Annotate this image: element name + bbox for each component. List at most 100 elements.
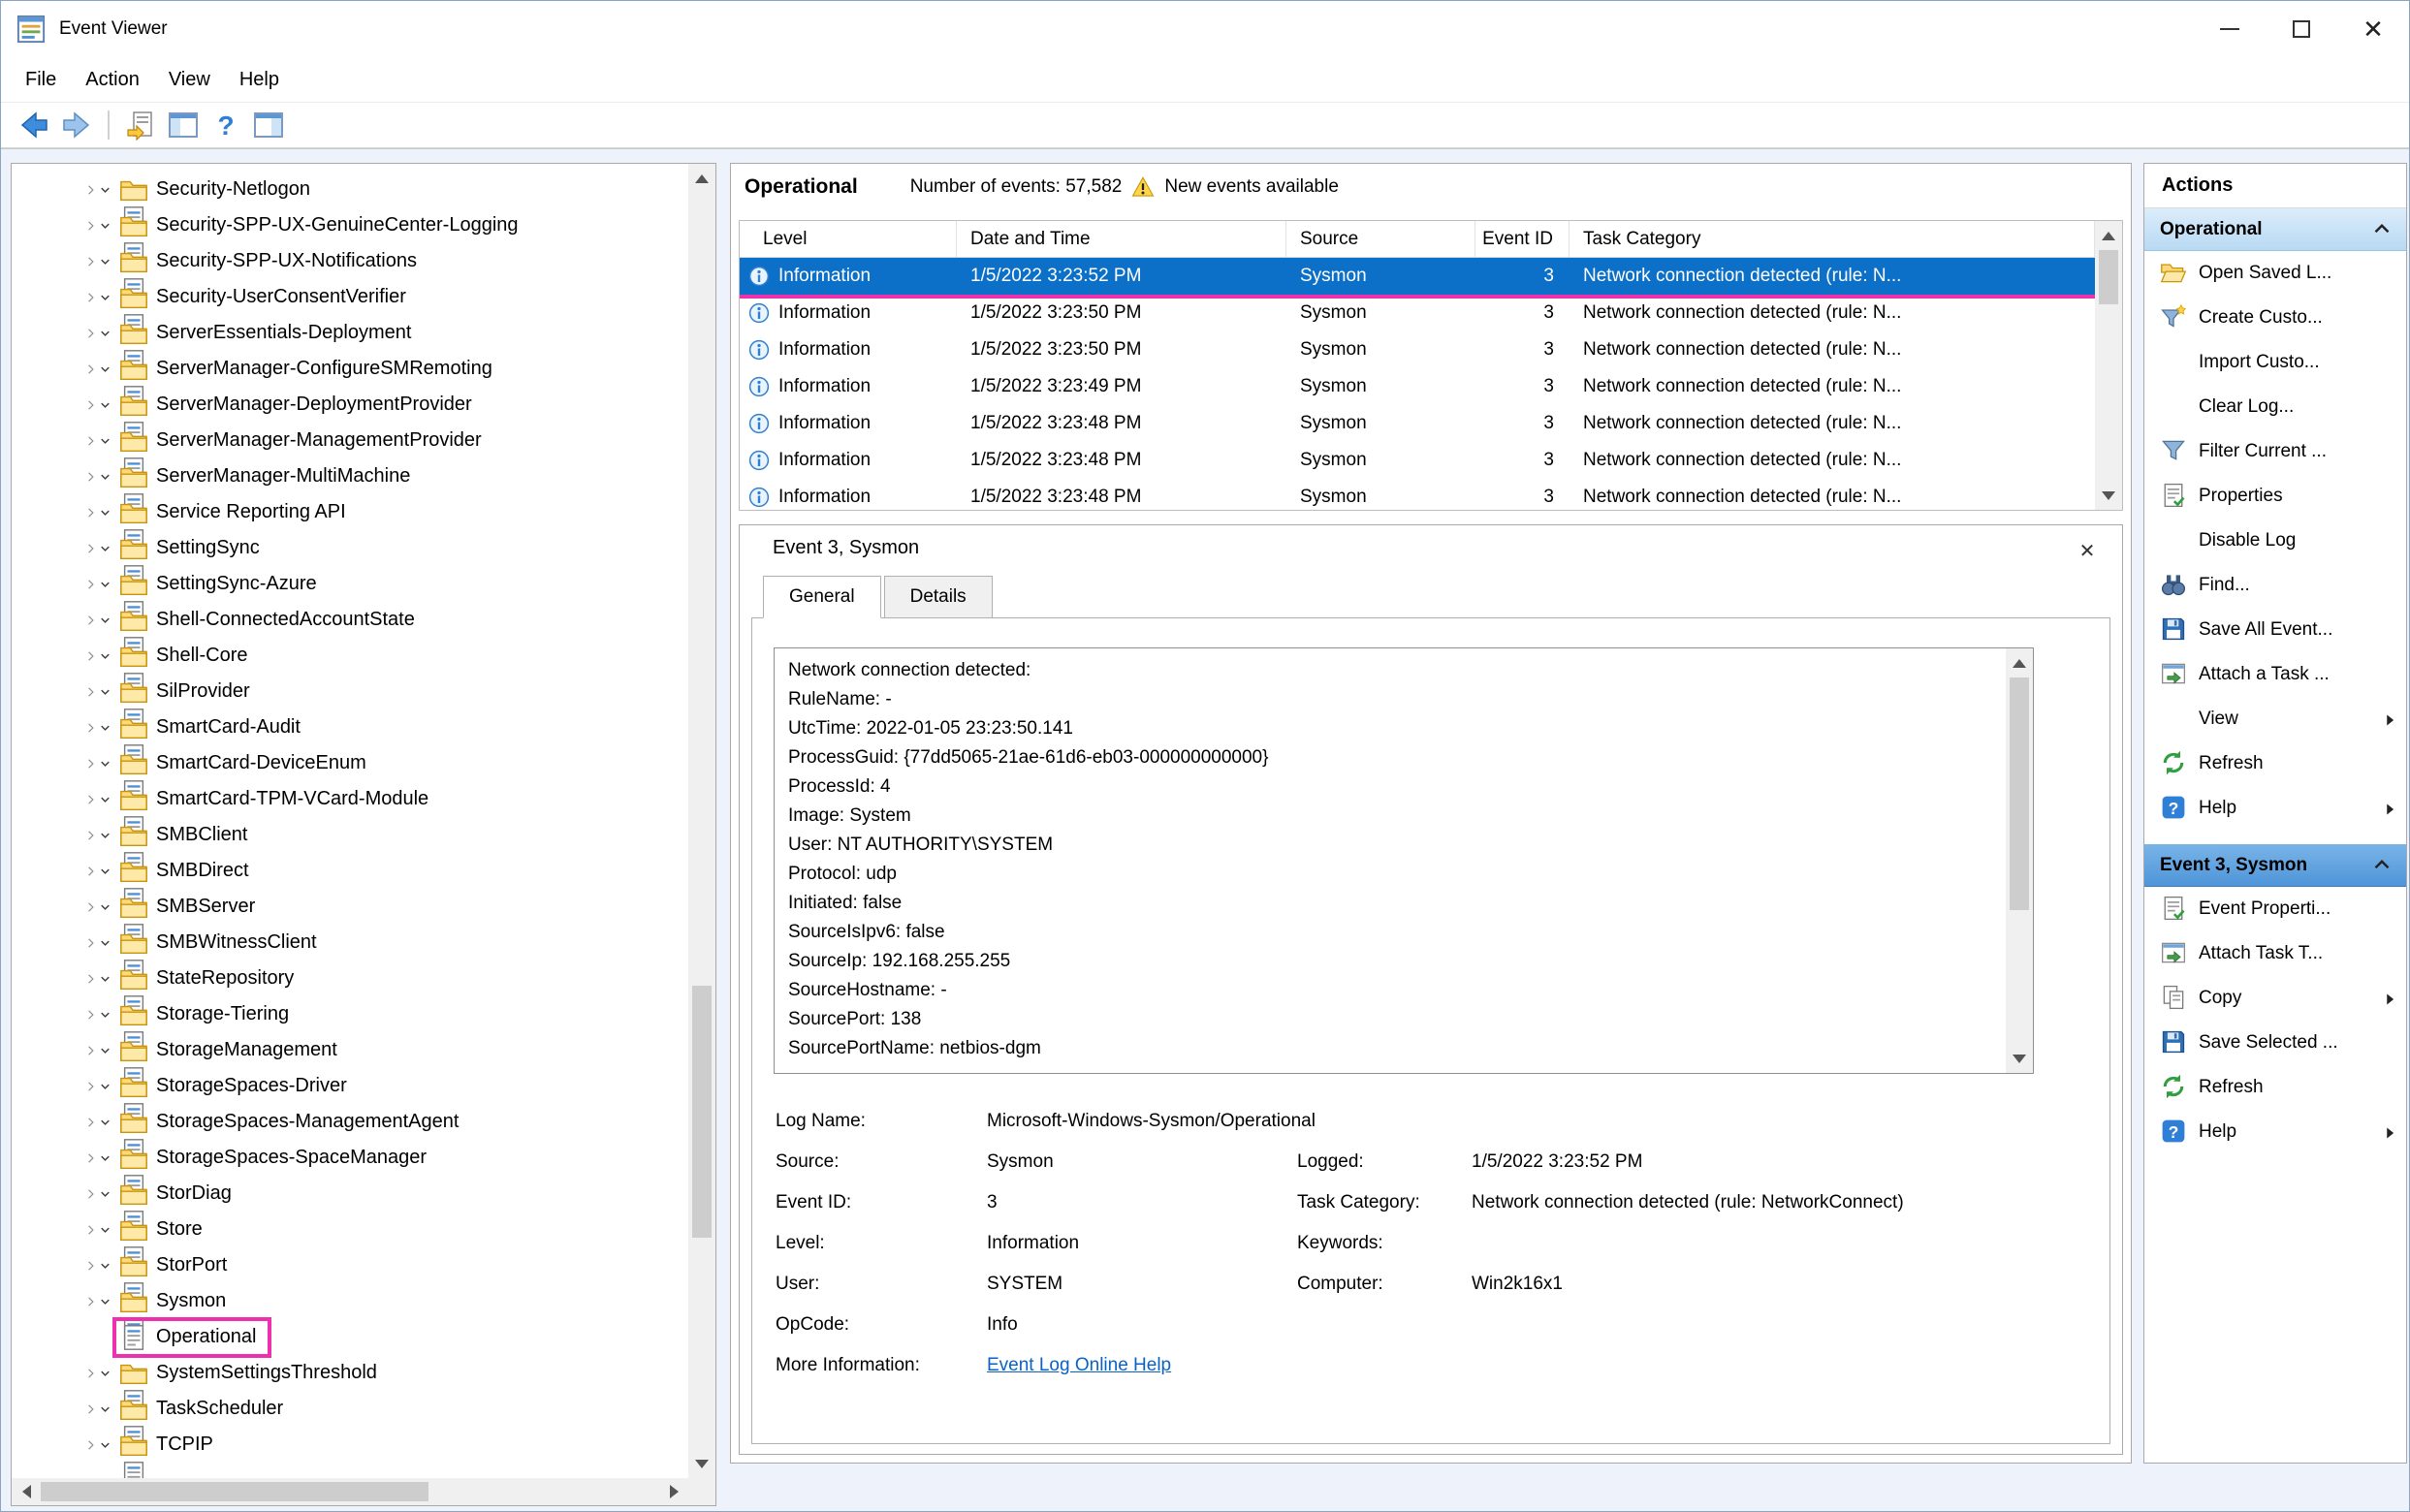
tree-expander[interactable] xyxy=(83,964,112,993)
action-item[interactable]: Open Saved L... xyxy=(2144,251,2406,296)
back-icon[interactable] xyxy=(13,106,55,144)
tree-expander[interactable] xyxy=(83,570,112,599)
tree-item[interactable]: ServerManager-DeploymentProvider xyxy=(12,387,688,423)
tree-item[interactable]: SmartCard-Audit xyxy=(12,709,688,745)
scroll-up-button[interactable] xyxy=(688,164,715,191)
menu-item[interactable]: Action xyxy=(71,69,154,91)
tree-expander[interactable] xyxy=(83,1215,112,1244)
tree-expander[interactable] xyxy=(83,606,112,635)
close-button[interactable]: ✕ xyxy=(2337,1,2409,57)
tree-item[interactable]: SMBServer xyxy=(12,889,688,925)
scroll-down-button[interactable] xyxy=(688,1451,715,1478)
event-row[interactable]: Information 1/5/2022 3:23:49 PM Sysmon 3… xyxy=(740,368,2095,405)
tree-expander[interactable] xyxy=(83,1287,112,1316)
tree-expander[interactable] xyxy=(83,1395,112,1424)
tree-item[interactable]: SMBClient xyxy=(12,817,688,853)
menu-item[interactable]: Help xyxy=(225,69,294,91)
scroll-right-button[interactable] xyxy=(661,1478,688,1505)
tree-item[interactable]: SystemSettingsThreshold xyxy=(12,1355,688,1391)
tree-expander[interactable] xyxy=(83,175,112,205)
event-log-online-help-link[interactable]: Event Log Online Help xyxy=(987,1355,2034,1376)
tree-item[interactable]: Service Reporting API xyxy=(12,494,688,530)
action-item[interactable]: Attach Task T... xyxy=(2144,931,2406,976)
event-row[interactable]: Information 1/5/2022 3:23:48 PM Sysmon 3… xyxy=(740,405,2095,442)
action-item[interactable]: Operational xyxy=(2144,208,2406,251)
tree-expander[interactable] xyxy=(83,319,112,348)
event-row[interactable]: Information 1/5/2022 3:23:50 PM Sysmon 3… xyxy=(740,331,2095,368)
tree-horizontal-scrollbar[interactable] xyxy=(12,1478,688,1505)
action-item[interactable]: Event 3, Sysmon xyxy=(2144,844,2406,887)
action-item[interactable]: Help xyxy=(2144,786,2406,831)
menu-item[interactable]: View xyxy=(154,69,225,91)
export-list-icon[interactable] xyxy=(119,106,162,144)
tree-expander[interactable] xyxy=(83,247,112,276)
tree-expander[interactable] xyxy=(83,857,112,886)
tree-item[interactable]: TCPIP xyxy=(12,1427,688,1463)
tree-expander[interactable] xyxy=(83,1036,112,1065)
scrollbar-thumb[interactable] xyxy=(2010,677,2029,910)
tree-vertical-scrollbar[interactable] xyxy=(688,164,715,1478)
tree-item[interactable]: StateRepository xyxy=(12,961,688,996)
tree-item[interactable]: SettingSync-Azure xyxy=(12,566,688,602)
tree-item[interactable]: SettingSync xyxy=(12,530,688,566)
forward-icon[interactable] xyxy=(55,106,98,144)
tree-item[interactable]: Security-SPP-UX-GenuineCenter-Logging xyxy=(12,207,688,243)
action-item[interactable]: Attach a Task ... xyxy=(2144,652,2406,697)
tree-expander[interactable] xyxy=(83,1431,112,1460)
tree-expander[interactable] xyxy=(83,1072,112,1101)
scrollbar-thumb[interactable] xyxy=(692,986,712,1238)
tree-item[interactable]: Security-SPP-UX-Notifications xyxy=(12,243,688,279)
tree-expander[interactable] xyxy=(83,1108,112,1137)
action-item[interactable]: Clear Log... xyxy=(2144,385,2406,429)
scroll-up-button[interactable] xyxy=(2095,221,2122,248)
menu-item[interactable]: File xyxy=(11,69,71,91)
column-header-date[interactable]: Date and Time xyxy=(957,221,1286,257)
action-item[interactable]: Refresh xyxy=(2144,1065,2406,1110)
console-tree-icon[interactable] xyxy=(162,106,205,144)
tree-expander[interactable] xyxy=(83,1359,112,1388)
tree-expander[interactable] xyxy=(83,426,112,456)
tree-expander[interactable] xyxy=(83,1144,112,1173)
tree-expander[interactable] xyxy=(83,642,112,671)
tree-item[interactable]: Store xyxy=(12,1212,688,1247)
tree-item[interactable]: SmartCard-TPM-VCard-Module xyxy=(12,781,688,817)
tree-expander[interactable] xyxy=(83,713,112,742)
tree-item[interactable]: SmartCard-DeviceEnum xyxy=(12,745,688,781)
action-item[interactable]: Help xyxy=(2144,1110,2406,1154)
tree-item[interactable]: ServerEssentials-Deployment xyxy=(12,315,688,351)
toolbar-help-icon[interactable] xyxy=(205,106,247,144)
tab-details[interactable]: Details xyxy=(884,576,993,618)
tree-item[interactable]: Operational xyxy=(12,1319,688,1355)
action-item[interactable]: Create Custo... xyxy=(2144,296,2406,340)
event-row[interactable]: Information 1/5/2022 3:23:50 PM Sysmon 3… xyxy=(740,295,2095,331)
action-pane-icon[interactable] xyxy=(247,106,290,144)
tree-expander[interactable] xyxy=(83,283,112,312)
tree-item[interactable]: Security-UserConsentVerifier xyxy=(12,279,688,315)
tree-item[interactable]: ServerManager-ConfigureSMRemoting xyxy=(12,351,688,387)
tree-item[interactable]: Storage-Tiering xyxy=(12,996,688,1032)
event-row[interactable]: Information 1/5/2022 3:23:48 PM Sysmon 3… xyxy=(740,479,2095,510)
tree-expander[interactable] xyxy=(83,462,112,491)
scroll-down-button[interactable] xyxy=(2095,483,2122,510)
event-row[interactable]: Information 1/5/2022 3:23:52 PM Sysmon 3… xyxy=(740,258,2095,295)
action-item[interactable]: Find... xyxy=(2144,563,2406,608)
tree-item[interactable]: Security-Netlogon xyxy=(12,172,688,207)
tree-expander[interactable] xyxy=(83,929,112,958)
tree-item[interactable]: StorageSpaces-Driver xyxy=(12,1068,688,1104)
action-item[interactable]: View xyxy=(2144,697,2406,741)
toolbar-button[interactable] xyxy=(108,110,110,140)
tree-item[interactable]: StorageManagement xyxy=(12,1032,688,1068)
event-table-scrollbar[interactable] xyxy=(2095,221,2122,510)
tree-expander[interactable] xyxy=(83,1251,112,1280)
tree-item[interactable]: StorageSpaces-ManagementAgent xyxy=(12,1104,688,1140)
column-header-event-id[interactable]: Event ID xyxy=(1475,221,1570,257)
action-item[interactable]: Copy xyxy=(2144,976,2406,1021)
column-header-task-category[interactable]: Task Category xyxy=(1570,221,2095,257)
action-item[interactable]: Filter Current ... xyxy=(2144,429,2406,474)
action-item[interactable]: Save Selected ... xyxy=(2144,1021,2406,1065)
column-header-level[interactable]: Level xyxy=(740,221,957,257)
minimize-button[interactable] xyxy=(2194,1,2266,57)
tree-item[interactable]: ServerManager-ManagementProvider xyxy=(12,423,688,458)
tree-item[interactable]: StorageSpaces-SpaceManager xyxy=(12,1140,688,1176)
action-item[interactable]: Disable Log xyxy=(2144,519,2406,563)
